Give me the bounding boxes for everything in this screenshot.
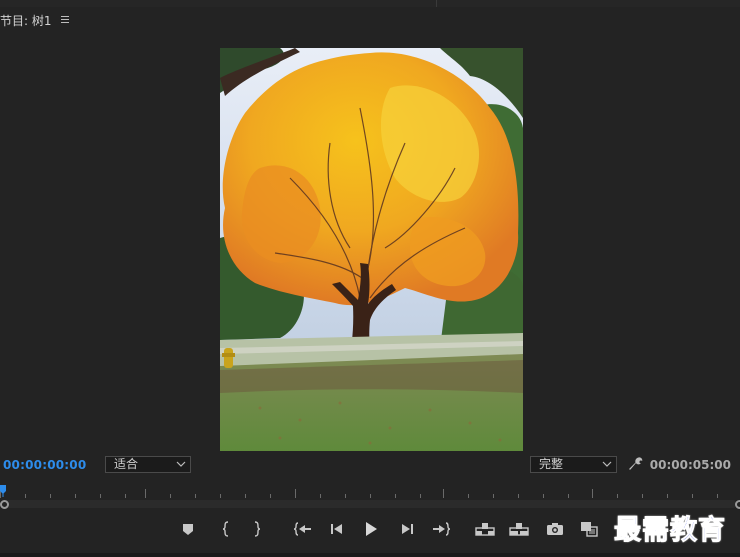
video-preview[interactable] [220, 48, 523, 451]
zoom-level-value: 适合 [114, 457, 139, 471]
play-icon [366, 522, 377, 536]
panel-header: 节目: 树1 [0, 10, 71, 30]
tree-image [220, 48, 523, 451]
extract-icon [509, 523, 529, 536]
camera-icon [547, 523, 563, 535]
panel-divider [436, 0, 437, 7]
go-to-out-button[interactable] [432, 519, 450, 539]
mark-out-icon [254, 521, 261, 537]
playhead-icon[interactable] [0, 485, 6, 497]
chevron-down-icon [176, 461, 186, 467]
export-frame-button[interactable] [546, 519, 564, 539]
lift-icon [475, 523, 495, 536]
bottom-strip [0, 553, 740, 557]
panel-title[interactable]: 节目: 树1 [0, 12, 52, 29]
comparison-view-icon [581, 522, 598, 537]
panel-menu-icon[interactable] [60, 16, 71, 24]
extract-button[interactable] [509, 519, 529, 539]
playback-resolution-value: 完整 [539, 457, 564, 471]
mark-in-button[interactable] [219, 519, 233, 539]
go-to-in-button[interactable] [294, 519, 312, 539]
mark-out-button[interactable] [250, 519, 264, 539]
lift-button[interactable] [475, 519, 495, 539]
add-marker-button[interactable] [181, 519, 195, 539]
step-back-button[interactable] [330, 519, 344, 539]
comparison-view-button[interactable] [579, 519, 599, 539]
add-marker-icon [183, 524, 193, 535]
wrench-icon[interactable] [628, 456, 644, 472]
time-ruler[interactable] [0, 482, 740, 500]
scrollbar-right-handle[interactable] [735, 500, 740, 509]
zoom-scrollbar[interactable] [2, 500, 737, 508]
chevron-down-icon [602, 461, 612, 467]
playback-resolution-select[interactable]: 完整 [530, 456, 617, 473]
top-panel-strip [0, 0, 740, 7]
step-back-icon [331, 524, 342, 534]
go-to-in-icon [294, 522, 311, 536]
step-forward-button[interactable] [400, 519, 414, 539]
mark-in-icon [222, 521, 229, 537]
zoom-level-select[interactable]: 适合 [105, 456, 191, 473]
play-button[interactable] [364, 519, 378, 539]
watermark-text: 最需教育 [614, 515, 726, 547]
duration-timecode: 00:00:05:00 [649, 458, 731, 472]
go-to-out-icon [433, 522, 450, 536]
current-timecode[interactable]: 00:00:00:00 [3, 458, 86, 472]
scrollbar-left-handle[interactable] [0, 500, 9, 509]
step-forward-icon [402, 524, 413, 534]
